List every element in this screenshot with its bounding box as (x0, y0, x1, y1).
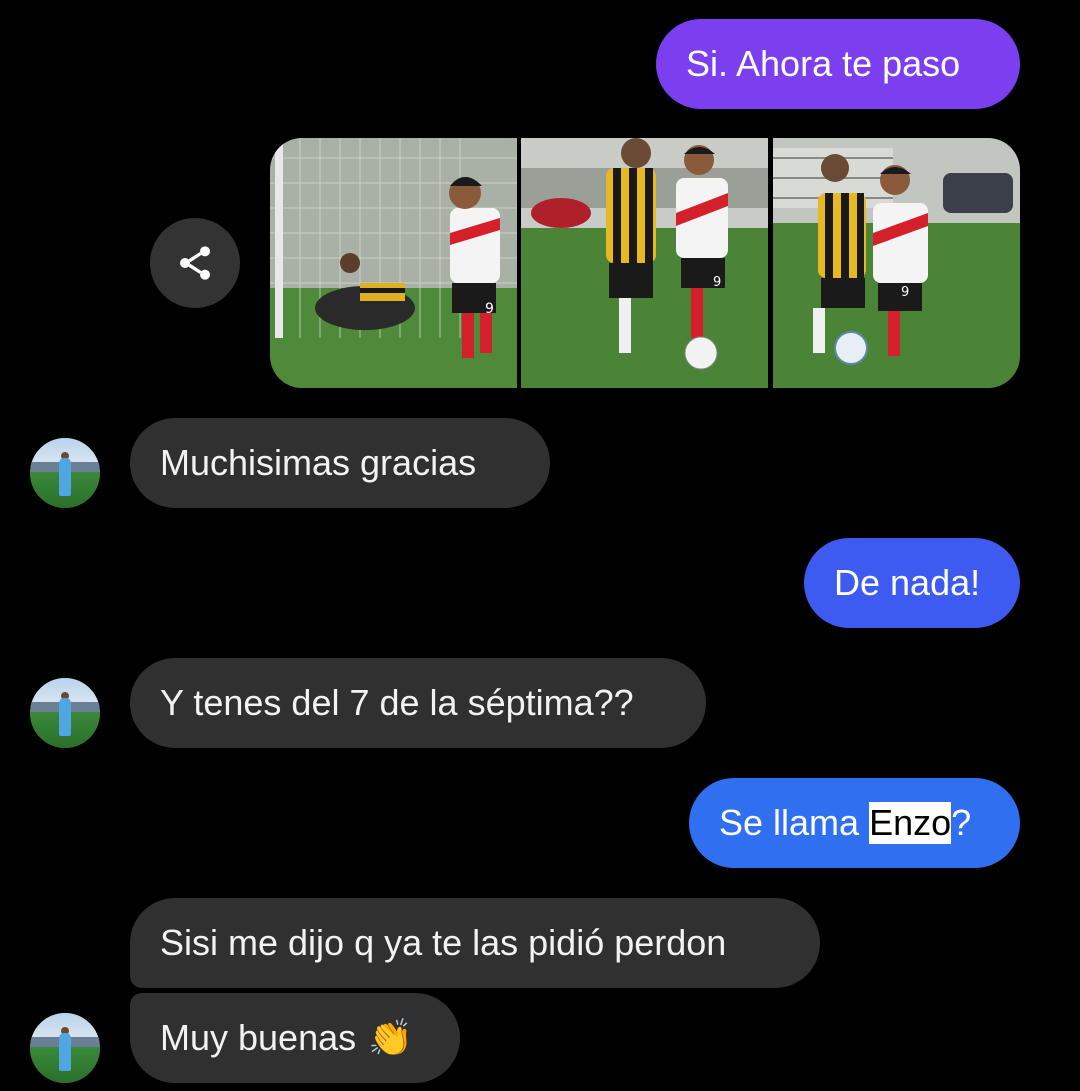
clapping-hands-icon: 👏 (368, 1017, 413, 1058)
message-text: Muchisimas gracias (160, 442, 477, 483)
incoming-message-bubble[interactable]: Sisi me dijo q ya te las pidió perdon (130, 898, 820, 988)
incoming-message-bubble[interactable]: Muchisimas gracias (130, 418, 550, 508)
message-text: Muy buenas (160, 1017, 357, 1058)
message-text: Si. Ahora te paso (686, 43, 961, 84)
message-text-prefix: Se llama (719, 802, 870, 843)
message-text-suffix: ? (951, 802, 972, 843)
incoming-message-bubble[interactable]: Muy buenas 👏 (130, 993, 460, 1083)
football-photo-1[interactable]: 9 (270, 138, 517, 388)
outgoing-message-bubble[interactable]: Si. Ahora te paso (656, 19, 1020, 109)
selected-text[interactable]: Enzo (869, 802, 952, 844)
football-photo-2[interactable]: 9 (521, 138, 769, 388)
share-button[interactable] (150, 218, 240, 308)
outgoing-message-bubble[interactable]: De nada! (804, 538, 1020, 628)
incoming-message-bubble[interactable]: Y tenes del 7 de la séptima?? (130, 658, 706, 748)
contact-avatar[interactable] (30, 438, 100, 508)
message-text: Sisi me dijo q ya te las pidió perdon (160, 922, 727, 963)
jersey-number: 9 (713, 275, 721, 290)
jersey-number: 9 (901, 285, 909, 300)
chat-thread: Si. Ahora te paso 9 9 9 Muchisimas graci… (0, 0, 1080, 1091)
outgoing-message-bubble[interactable]: Se llama Enzo ? (689, 778, 1020, 868)
photo-attachment-group[interactable]: 9 9 9 (270, 138, 1020, 388)
message-text: De nada! (834, 562, 981, 603)
football-photo-3[interactable]: 9 (772, 138, 1020, 388)
contact-avatar[interactable] (30, 678, 100, 748)
share-icon (180, 246, 210, 280)
contact-avatar[interactable] (30, 1013, 100, 1083)
message-text: Y tenes del 7 de la séptima?? (160, 682, 634, 723)
jersey-number: 9 (485, 301, 494, 317)
